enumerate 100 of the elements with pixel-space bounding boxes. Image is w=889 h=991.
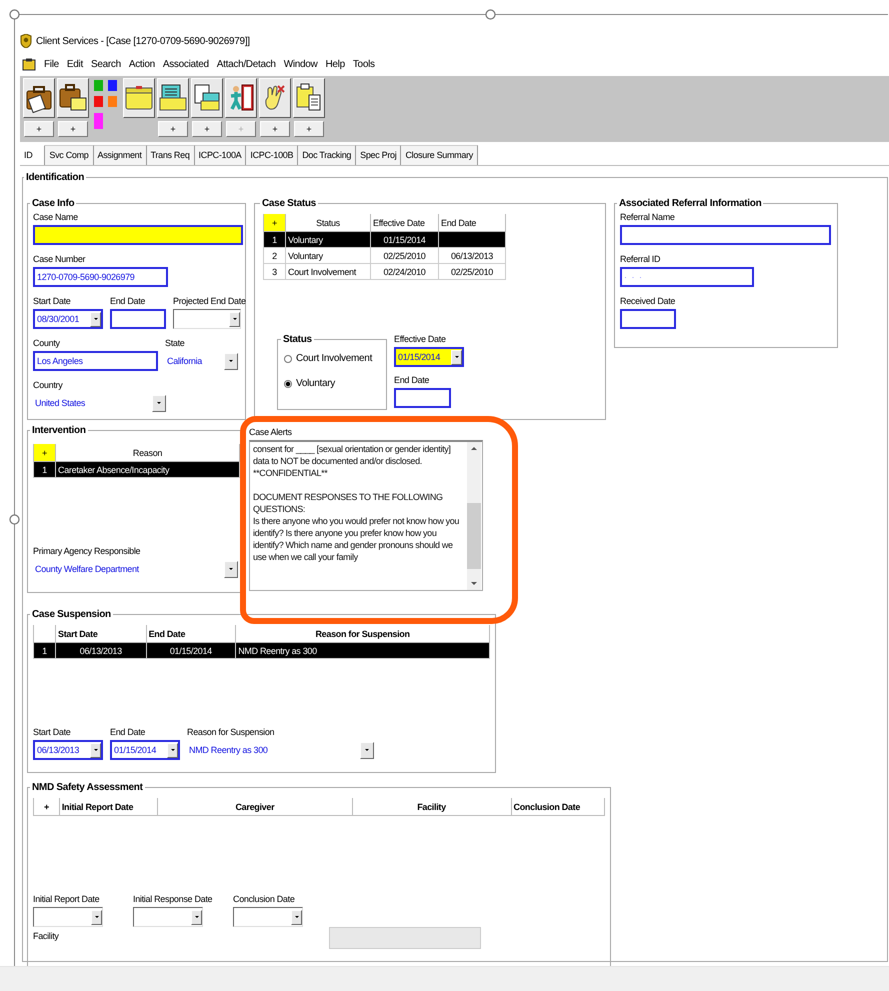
toolbar-button[interactable] xyxy=(57,78,89,118)
dropdown-button[interactable] xyxy=(451,350,462,364)
add-button[interactable]: + xyxy=(34,798,60,816)
input-field[interactable]: 1270-0709-5690-9026979 xyxy=(33,267,168,287)
table-cell: 02/25/2010 xyxy=(438,264,506,280)
date-field[interactable]: 06/13/2013 xyxy=(33,740,103,760)
radio-button[interactable]: Court Involvement xyxy=(284,353,380,364)
tab[interactable]: ICPC-100B xyxy=(246,145,298,165)
menu-item[interactable]: Tools xyxy=(352,58,375,70)
toolbar-button[interactable] xyxy=(293,78,325,118)
column-header: Facility xyxy=(352,798,512,816)
dropdown[interactable]: NMD Reentry as 300 xyxy=(187,740,374,760)
toolbar-button[interactable] xyxy=(259,78,291,118)
add-button[interactable]: + xyxy=(294,121,324,137)
input-field[interactable] xyxy=(620,225,831,245)
table-cell: Caretaker Absence/Incapacity xyxy=(56,462,240,478)
text-area[interactable]: consent for ____ [sexual orientation or gender identity] data to NOT be documented and/or disclosed. **CONFIDENTIAL** DOCUMENT RESPONSES TO THE FOLLOWING QUESTIONS: Is there anyone who you would prefer not know how you identify? Is there anyone you prefer know how you identify? Which name and gender pronouns should we use when we call your family xyxy=(249,440,483,591)
toolbar-button[interactable] xyxy=(123,78,155,118)
resize-handle[interactable] xyxy=(485,9,496,20)
dropdown[interactable]: County Welfare Department xyxy=(33,559,238,579)
column-header: Reason for Suspension xyxy=(236,625,490,642)
input-field[interactable] xyxy=(33,225,243,245)
add-button[interactable]: + xyxy=(58,121,88,137)
radio-icon[interactable] xyxy=(284,380,292,388)
field-label: Initial Response Date xyxy=(133,894,212,905)
scrollbar[interactable] xyxy=(467,442,481,590)
tab[interactable]: Trans Req xyxy=(146,145,195,165)
input-field[interactable] xyxy=(620,309,676,329)
toolbar-button[interactable] xyxy=(191,78,223,118)
menu-item[interactable]: Window xyxy=(284,58,318,70)
menu-item[interactable]: Associated xyxy=(162,58,209,70)
add-button[interactable]: + xyxy=(158,121,188,137)
dropdown-button[interactable] xyxy=(152,394,166,412)
menu-item[interactable]: File xyxy=(44,58,59,70)
resize-handle[interactable] xyxy=(9,9,20,20)
dropdown-button[interactable] xyxy=(90,742,101,758)
radio-button[interactable]: Voluntary xyxy=(284,378,380,389)
group-title: Identification xyxy=(25,172,86,183)
field-label: End Date xyxy=(394,375,430,386)
dropdown-button[interactable] xyxy=(360,742,374,758)
field-label: Projected End Date xyxy=(173,296,246,307)
add-button[interactable]: + xyxy=(24,121,54,137)
date-field[interactable]: 01/15/2014 xyxy=(394,347,464,367)
dropdown[interactable] xyxy=(33,907,103,927)
group-title: Intervention xyxy=(31,425,87,436)
input-field[interactable] xyxy=(110,309,166,329)
menu-item[interactable]: Search xyxy=(90,58,121,70)
table-row[interactable]: 1 Voluntary 01/15/2014 xyxy=(264,232,506,248)
tab[interactable]: Spec Proj xyxy=(356,145,402,165)
input-field[interactable]: Los Angeles xyxy=(33,351,158,371)
table-row[interactable]: 3 Court Involvement 02/24/2010 02/25/2010 xyxy=(264,264,506,280)
table-row[interactable]: 1 06/13/2013 01/15/2014 NMD Reentry as 300 xyxy=(34,642,490,658)
column-header: Reason xyxy=(56,444,240,462)
field-label: Country xyxy=(33,380,62,391)
tab[interactable]: ICPC-100A xyxy=(194,145,246,165)
add-button[interactable]: + xyxy=(260,121,290,137)
add-button[interactable]: + xyxy=(192,121,222,137)
tab[interactable]: Svc Comp xyxy=(45,145,94,165)
date-field[interactable]: 01/15/2014 xyxy=(110,740,180,760)
table-row[interactable]: 2 Voluntary 02/25/2010 06/13/2013 xyxy=(264,248,506,264)
table-cell: Voluntary xyxy=(286,248,370,264)
radio-icon[interactable] xyxy=(284,354,292,362)
dropdown-button[interactable] xyxy=(90,312,101,326)
group-title: Status xyxy=(282,334,313,345)
tab[interactable]: Doc Tracking xyxy=(298,145,356,165)
toolbar-button[interactable] xyxy=(23,78,55,118)
field-label: Effective Date xyxy=(394,334,446,345)
add-button[interactable]: + xyxy=(34,444,56,462)
menu-item[interactable]: Attach/Detach xyxy=(216,58,276,70)
menu-item[interactable]: Action xyxy=(128,58,155,70)
menu-item[interactable]: Edit xyxy=(66,58,83,70)
add-button[interactable]: + xyxy=(264,214,286,232)
resize-handle[interactable] xyxy=(9,514,20,525)
toolbar-button[interactable] xyxy=(225,78,257,118)
dropdown-button[interactable] xyxy=(224,560,238,578)
dropdown-button[interactable] xyxy=(291,910,302,924)
field-label: Case Number xyxy=(33,254,86,265)
dropdown[interactable] xyxy=(133,907,203,927)
dropdown-button[interactable] xyxy=(229,312,240,326)
dropdown-button[interactable] xyxy=(191,910,202,924)
tab[interactable]: Assignment xyxy=(94,145,147,165)
column-header: Effective Date xyxy=(370,214,438,232)
date-field[interactable]: 08/30/2001 xyxy=(33,309,103,329)
dropdown-button[interactable] xyxy=(224,352,238,370)
documents-icon xyxy=(192,83,222,113)
group-title: Case Suspension xyxy=(31,609,112,620)
dropdown-button[interactable] xyxy=(167,742,178,758)
toolbar-button[interactable] xyxy=(157,78,189,118)
menu-item[interactable]: Help xyxy=(325,58,345,70)
input-field[interactable] xyxy=(394,388,451,408)
dropdown-button[interactable] xyxy=(91,910,102,924)
dropdown[interactable]: United States xyxy=(33,393,166,413)
dropdown[interactable] xyxy=(173,309,241,329)
dropdown[interactable]: California xyxy=(165,351,238,371)
file-drawer-icon xyxy=(158,83,188,113)
table-cell: 2 xyxy=(264,248,286,264)
dropdown[interactable] xyxy=(233,907,303,927)
field-label: County xyxy=(33,338,60,349)
tab[interactable]: Closure Summary xyxy=(401,145,478,165)
table-row[interactable]: 1 Caretaker Absence/Incapacity xyxy=(34,462,240,478)
